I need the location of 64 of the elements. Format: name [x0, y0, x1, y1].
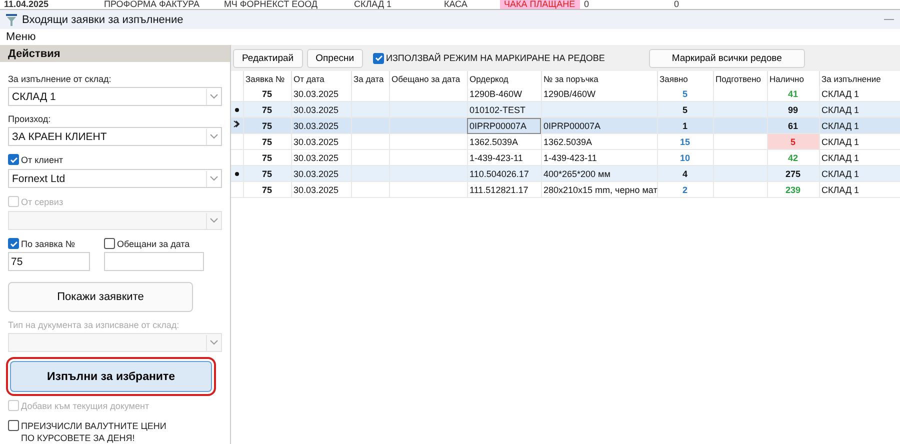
toolbar-button[interactable]: Опресни [306, 48, 364, 68]
table-row[interactable]: 75 30.03.2025 111.512821.17 280x210x15 mm, черно мат 2 239 СКЛАД 1 [231, 182, 900, 198]
table-cell [713, 182, 767, 198]
table-cell: 30.03.2025 [291, 182, 351, 198]
table-row[interactable]: 75 30.03.2025 1290B-460W 1290B/460W 5 41 СКЛАД 1 [231, 86, 900, 102]
checkbox-label: От клиент [21, 154, 64, 166]
panel-title: Действия [0, 45, 230, 62]
background-table-cell-text: МЧ ФОРНЕКСТ ЕООД [223, 0, 318, 9]
toolbar-button[interactable]: Редактирай [233, 48, 303, 68]
table-row[interactable]: 75 30.03.2025 1362.5039A 1362.5039A 15 5 СКЛАД 1 [231, 134, 900, 150]
table-cell: СКЛАД 1 [819, 182, 900, 198]
table-row[interactable]: 75 30.03.2025 010102-TEST 5 99 СКЛАД 1 [231, 102, 900, 118]
checkbox[interactable] [373, 52, 384, 64]
marked-dot-icon [234, 172, 239, 176]
checkbox-label: По заявка № [21, 238, 76, 250]
table-cell: 0IPRP00007A [467, 118, 541, 134]
background-table-cell-text: 11.04.2025 [3, 0, 50, 9]
background-table-cell-text: КАСА [443, 0, 468, 9]
background-table-cell: ЧАКА ПЛАЩАНЕ [500, 0, 580, 9]
menu-item[interactable]: Меню [6, 31, 36, 43]
marked-dot-icon [234, 108, 239, 112]
checkbox-label: ПРЕИЗЧИСЛИ ВАЛУТНИТЕ ЦЕНИ ПО КУРСОВЕТЕ ЗА ДЕНЯ! [21, 420, 166, 444]
dropdown-field[interactable]: ЗА КРАЕН КЛИЕНТ [8, 127, 222, 146]
checkbox-label: От сервиз [21, 196, 64, 208]
table-cell [351, 182, 389, 198]
table-row[interactable]: 75 30.03.2025 1-439-423-11 1-439-423-11 10 42 СКЛАД 1 [231, 150, 900, 166]
background-table-cell-text: 0 [673, 0, 680, 9]
background-table-cell-text: СКЛАД 1 [353, 0, 393, 9]
background-table-cell-text: ПРОФОРМА ФАКТУРА [103, 0, 201, 9]
checkbox-label: Обещани за дата [117, 238, 190, 250]
field-label: Тип на дукумента за изписване от склад: [8, 320, 180, 330]
chevron-down-icon [210, 176, 218, 181]
show-button[interactable]: Покажи заявките [8, 282, 193, 312]
table-cell: 280x210x15 mm, черно мат [541, 182, 657, 198]
chevron-down-icon [210, 134, 218, 139]
table-cell: 2 [657, 182, 713, 198]
table-row[interactable]: 75 30.03.2025 0IPRP00007A 0IPRP00007A 1 61 СКЛАД 1 [231, 118, 900, 134]
table-cell: 010102-TEST [467, 102, 541, 118]
checkbox[interactable] [8, 420, 19, 431]
mark-all-button[interactable]: Маркирай всички редове [648, 48, 805, 68]
field-label: Произход: [8, 114, 52, 124]
dropdown-field[interactable]: СКЛАД 1 [8, 87, 222, 106]
table-cell: 75 [243, 182, 291, 198]
checkbox-label: ИЗПОЛЗВАЙ РЕЖИМ НА МАРКИРАНЕ НА РЕДОВЕ [386, 53, 605, 63]
table-cell: 111.512821.17 [467, 182, 541, 198]
input-field[interactable]: 75 [8, 252, 90, 271]
table-row[interactable]: 75 30.03.2025 110.504026.17 400*265*200 мм 4 275 СКЛАД 1 [231, 166, 900, 182]
input-field[interactable] [104, 252, 204, 271]
window-title: Входящи заявки за изпълнение [22, 14, 184, 26]
table-cell: 239 [767, 182, 819, 198]
chevron-down-icon [210, 218, 218, 223]
chevron-down-icon [210, 340, 218, 345]
checkbox[interactable] [8, 238, 19, 249]
checkbox-label: Добави към текущия документ [21, 400, 150, 412]
minimize-icon[interactable] [884, 19, 894, 20]
table-cell: 5 [767, 134, 819, 150]
checkbox[interactable] [104, 238, 115, 249]
background-table-cell-text: 0 [583, 0, 590, 9]
field-label: За изпълнение от склад: [8, 74, 112, 84]
funnel-icon [6, 14, 17, 26]
dropdown-field[interactable]: Fornext Ltd [8, 169, 222, 188]
checkbox[interactable] [8, 154, 19, 165]
current-row-arrow-icon [233, 120, 240, 128]
chevron-down-icon [210, 94, 218, 99]
